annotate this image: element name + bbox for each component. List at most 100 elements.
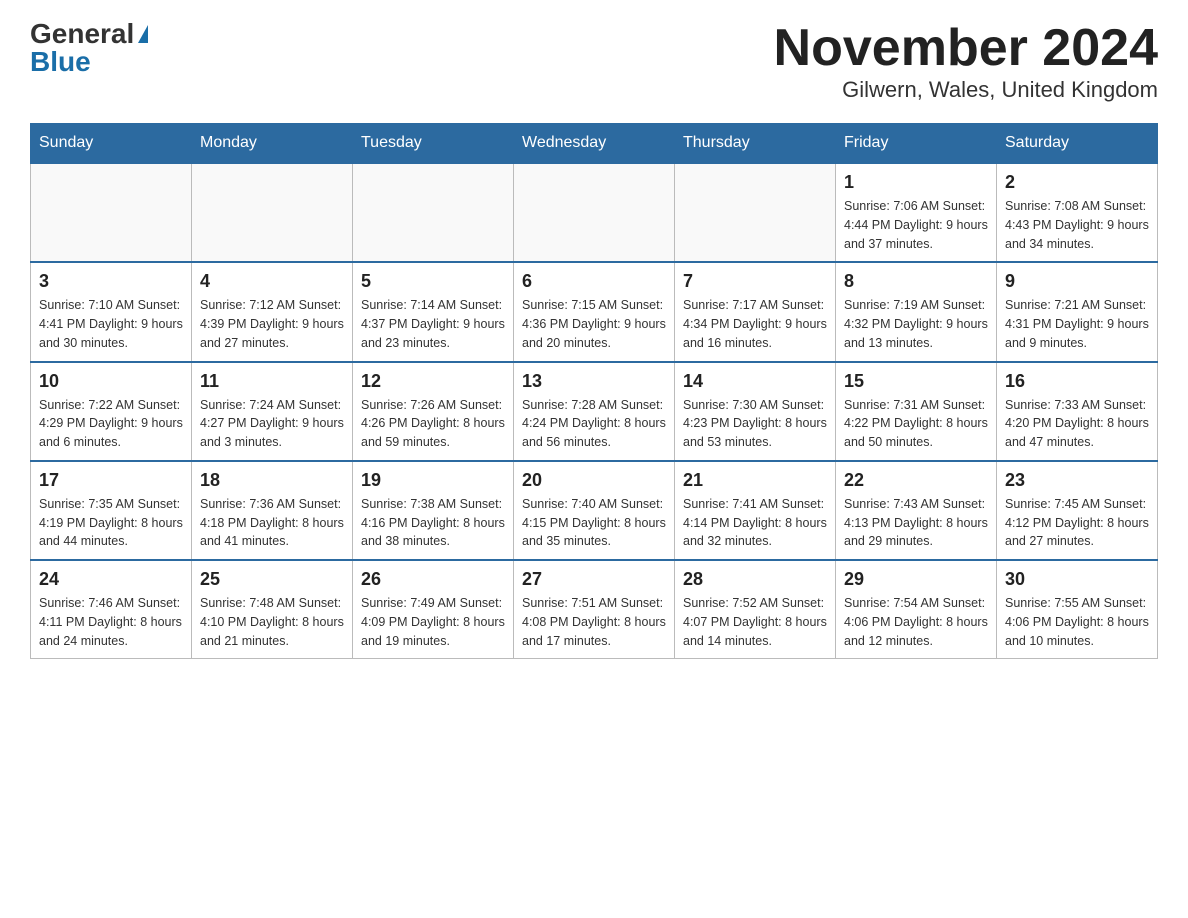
logo-blue-text: Blue [30,48,91,76]
day-info: Sunrise: 7:31 AM Sunset: 4:22 PM Dayligh… [844,396,988,452]
calendar-header-row: Sunday Monday Tuesday Wednesday Thursday… [31,124,1158,164]
day-number: 9 [1005,271,1149,292]
day-info: Sunrise: 7:24 AM Sunset: 4:27 PM Dayligh… [200,396,344,452]
calendar-cell: 23 Sunrise: 7:45 AM Sunset: 4:12 PM Dayli… [997,461,1158,560]
calendar-cell: 1Sunrise: 7:06 AM Sunset: 4:44 PM Daylig… [836,163,997,262]
col-header-tuesday: Tuesday [353,124,514,164]
day-number: 14 [683,371,827,392]
calendar-cell: 20 Sunrise: 7:40 AM Sunset: 4:15 PM Dayli… [514,461,675,560]
calendar-week-row-1: 1Sunrise: 7:06 AM Sunset: 4:44 PM Daylig… [31,163,1158,262]
calendar-cell [192,163,353,262]
day-info: Sunrise: 7:36 AM Sunset: 4:18 PM Dayligh… [200,495,344,551]
day-number: 23 [1005,470,1149,491]
day-info: Sunrise: 7:28 AM Sunset: 4:24 PM Dayligh… [522,396,666,452]
day-number: 29 [844,569,988,590]
page-header: General Blue November 2024 Gilwern, Wale… [30,20,1158,103]
day-number: 8 [844,271,988,292]
day-number: 30 [1005,569,1149,590]
day-info: Sunrise: 7:38 AM Sunset: 4:16 PM Dayligh… [361,495,505,551]
calendar-cell [675,163,836,262]
calendar-week-row-2: 3Sunrise: 7:10 AM Sunset: 4:41 PM Daylig… [31,262,1158,361]
day-number: 27 [522,569,666,590]
calendar-cell: 10Sunrise: 7:22 AM Sunset: 4:29 PM Dayli… [31,362,192,461]
day-number: 21 [683,470,827,491]
day-info: Sunrise: 7:17 AM Sunset: 4:34 PM Dayligh… [683,296,827,352]
col-header-monday: Monday [192,124,353,164]
page-title: November 2024 [774,20,1158,77]
day-info: Sunrise: 7:54 AM Sunset: 4:06 PM Dayligh… [844,594,988,650]
day-number: 17 [39,470,183,491]
col-header-saturday: Saturday [997,124,1158,164]
col-header-thursday: Thursday [675,124,836,164]
calendar-cell: 4 Sunrise: 7:12 AM Sunset: 4:39 PM Daylig… [192,262,353,361]
calendar-cell: 28 Sunrise: 7:52 AM Sunset: 4:07 PM Dayli… [675,560,836,659]
calendar-cell: 14 Sunrise: 7:30 AM Sunset: 4:23 PM Dayli… [675,362,836,461]
day-info: Sunrise: 7:43 AM Sunset: 4:13 PM Dayligh… [844,495,988,551]
calendar-cell: 8 Sunrise: 7:19 AM Sunset: 4:32 PM Daylig… [836,262,997,361]
day-info: Sunrise: 7:14 AM Sunset: 4:37 PM Dayligh… [361,296,505,352]
calendar-week-row-5: 24 Sunrise: 7:46 AM Sunset: 4:11 PM Dayli… [31,560,1158,659]
calendar-cell [514,163,675,262]
day-info: Sunrise: 7:08 AM Sunset: 4:43 PM Dayligh… [1005,197,1149,253]
calendar-cell: 24 Sunrise: 7:46 AM Sunset: 4:11 PM Dayli… [31,560,192,659]
calendar-cell: 9 Sunrise: 7:21 AM Sunset: 4:31 PM Daylig… [997,262,1158,361]
day-number: 15 [844,371,988,392]
day-number: 11 [200,371,344,392]
calendar-cell: 17 Sunrise: 7:35 AM Sunset: 4:19 PM Dayli… [31,461,192,560]
day-info: Sunrise: 7:22 AM Sunset: 4:29 PM Dayligh… [39,396,183,452]
day-number: 13 [522,371,666,392]
day-info: Sunrise: 7:55 AM Sunset: 4:06 PM Dayligh… [1005,594,1149,650]
calendar-cell: 13 Sunrise: 7:28 AM Sunset: 4:24 PM Dayli… [514,362,675,461]
title-block: November 2024 Gilwern, Wales, United Kin… [774,20,1158,103]
page-subtitle: Gilwern, Wales, United Kingdom [774,77,1158,103]
logo: General Blue [30,20,148,76]
day-info: Sunrise: 7:41 AM Sunset: 4:14 PM Dayligh… [683,495,827,551]
day-number: 2 [1005,172,1149,193]
day-number: 18 [200,470,344,491]
day-number: 20 [522,470,666,491]
day-info: Sunrise: 7:12 AM Sunset: 4:39 PM Dayligh… [200,296,344,352]
day-number: 26 [361,569,505,590]
day-number: 3 [39,271,183,292]
calendar-cell: 15 Sunrise: 7:31 AM Sunset: 4:22 PM Dayli… [836,362,997,461]
logo-triangle-icon [138,25,148,43]
day-info: Sunrise: 7:48 AM Sunset: 4:10 PM Dayligh… [200,594,344,650]
day-number: 24 [39,569,183,590]
calendar-cell: 29 Sunrise: 7:54 AM Sunset: 4:06 PM Dayli… [836,560,997,659]
day-number: 1 [844,172,988,193]
col-header-sunday: Sunday [31,124,192,164]
day-info: Sunrise: 7:15 AM Sunset: 4:36 PM Dayligh… [522,296,666,352]
col-header-friday: Friday [836,124,997,164]
day-info: Sunrise: 7:51 AM Sunset: 4:08 PM Dayligh… [522,594,666,650]
day-info: Sunrise: 7:40 AM Sunset: 4:15 PM Dayligh… [522,495,666,551]
calendar-week-row-3: 10Sunrise: 7:22 AM Sunset: 4:29 PM Dayli… [31,362,1158,461]
col-header-wednesday: Wednesday [514,124,675,164]
logo-general-text: General [30,20,134,48]
day-info: Sunrise: 7:49 AM Sunset: 4:09 PM Dayligh… [361,594,505,650]
calendar-cell: 27 Sunrise: 7:51 AM Sunset: 4:08 PM Dayli… [514,560,675,659]
day-number: 28 [683,569,827,590]
calendar-cell: 6 Sunrise: 7:15 AM Sunset: 4:36 PM Daylig… [514,262,675,361]
day-info: Sunrise: 7:35 AM Sunset: 4:19 PM Dayligh… [39,495,183,551]
day-info: Sunrise: 7:30 AM Sunset: 4:23 PM Dayligh… [683,396,827,452]
day-info: Sunrise: 7:45 AM Sunset: 4:12 PM Dayligh… [1005,495,1149,551]
day-info: Sunrise: 7:21 AM Sunset: 4:31 PM Dayligh… [1005,296,1149,352]
calendar-week-row-4: 17 Sunrise: 7:35 AM Sunset: 4:19 PM Dayli… [31,461,1158,560]
day-number: 19 [361,470,505,491]
day-number: 12 [361,371,505,392]
day-info: Sunrise: 7:19 AM Sunset: 4:32 PM Dayligh… [844,296,988,352]
day-number: 6 [522,271,666,292]
calendar-cell: 7 Sunrise: 7:17 AM Sunset: 4:34 PM Daylig… [675,262,836,361]
day-number: 4 [200,271,344,292]
calendar-cell: 21 Sunrise: 7:41 AM Sunset: 4:14 PM Dayli… [675,461,836,560]
calendar-cell: 16Sunrise: 7:33 AM Sunset: 4:20 PM Dayli… [997,362,1158,461]
calendar-cell: 5Sunrise: 7:14 AM Sunset: 4:37 PM Daylig… [353,262,514,361]
day-info: Sunrise: 7:46 AM Sunset: 4:11 PM Dayligh… [39,594,183,650]
day-number: 7 [683,271,827,292]
calendar-cell [353,163,514,262]
day-info: Sunrise: 7:52 AM Sunset: 4:07 PM Dayligh… [683,594,827,650]
day-info: Sunrise: 7:33 AM Sunset: 4:20 PM Dayligh… [1005,396,1149,452]
calendar-table: Sunday Monday Tuesday Wednesday Thursday… [30,123,1158,659]
calendar-cell [31,163,192,262]
day-number: 22 [844,470,988,491]
